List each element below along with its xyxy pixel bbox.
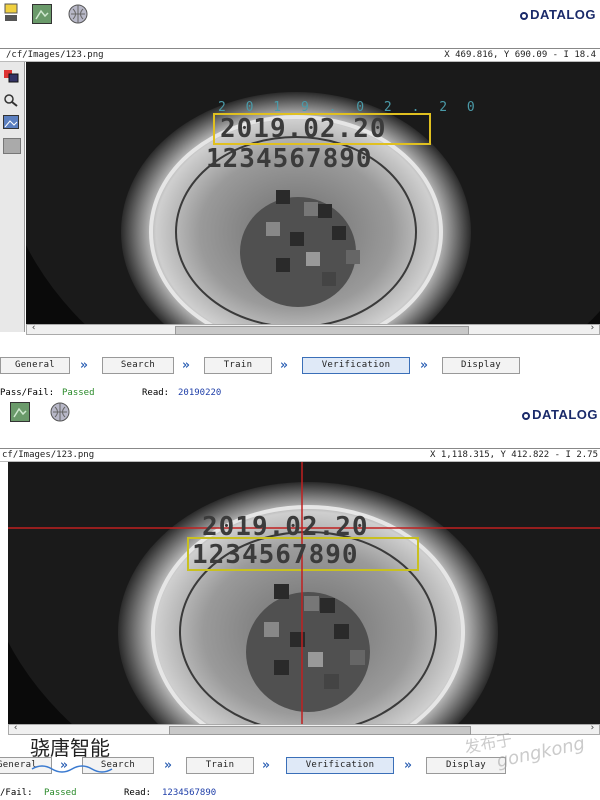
step-bar: General » Search » Train » Verification … <box>0 354 600 378</box>
scroll-right-icon[interactable]: › <box>590 723 595 733</box>
coordinates-readout: X 469.816, Y 690.09 - I 18.4 <box>444 50 596 60</box>
chevron-right-icon: » <box>404 758 412 773</box>
path-bar: cf/Images/123.png X 1,118.315, Y 412.822… <box>0 448 600 462</box>
image-icon[interactable] <box>10 402 30 422</box>
chevron-right-icon: » <box>182 358 190 373</box>
scrollbar-thumb[interactable] <box>175 326 469 335</box>
read-label: Read: <box>124 788 152 798</box>
chevron-right-icon: » <box>80 358 88 373</box>
scroll-left-icon[interactable]: ‹ <box>13 723 18 733</box>
zoom-icon[interactable] <box>3 92 19 107</box>
ocr-serial-text: 1234567890 <box>206 144 373 174</box>
chevron-right-icon: » <box>280 358 288 373</box>
image-viewer[interactable]: 2 0 1 9 . 0 2 . 2 0 2019.02.20 123456789… <box>26 62 600 324</box>
image-path: /cf/Images/123.png <box>6 50 104 60</box>
scroll-left-icon[interactable]: ‹ <box>31 323 36 333</box>
picture-icon[interactable] <box>3 114 19 129</box>
tool-button[interactable] <box>3 138 21 154</box>
ocr-date-text: 2019.02.20 <box>202 512 369 542</box>
globe-icon[interactable] <box>50 402 70 422</box>
image-icon[interactable] <box>32 4 52 24</box>
chevron-right-icon: » <box>262 758 270 773</box>
pass-fail-value: Passed <box>62 388 95 398</box>
coordinates-readout: X 1,118.315, Y 412.822 - I 2.75 <box>430 450 598 460</box>
horizontal-scrollbar[interactable]: ‹ › <box>26 323 600 335</box>
step-verification-button[interactable]: Verification <box>286 757 394 774</box>
palette-icon[interactable] <box>3 68 19 83</box>
read-value: 1234567890 <box>162 788 217 798</box>
globe-icon[interactable] <box>68 4 88 24</box>
top-toolbar: DATALOG <box>0 0 600 30</box>
step-search-button[interactable]: Search <box>102 357 174 374</box>
step-train-button[interactable]: Train <box>186 757 254 774</box>
brand-logo: DATALOG <box>522 407 598 422</box>
step-verification-button[interactable]: Verification <box>302 357 410 374</box>
ocr-overlay-label: 2 0 1 9 . 0 2 . 2 0 <box>218 100 481 115</box>
pass-fail-value: Passed <box>44 788 77 798</box>
step-display-button[interactable]: Display <box>426 757 506 774</box>
path-bar: /cf/Images/123.png X 469.816, Y 690.09 -… <box>0 48 600 62</box>
pass-fail-label: Pass/Fail: <box>0 388 55 398</box>
chevron-right-icon: » <box>164 758 172 773</box>
gear-icon[interactable] <box>4 2 18 24</box>
brand-logo: DATALOG <box>520 7 596 22</box>
image-viewer[interactable]: 2019.02.20 1234567890 <box>8 462 600 724</box>
step-display-button[interactable]: Display <box>442 357 520 374</box>
scroll-right-icon[interactable]: › <box>590 323 595 333</box>
watermark-company: 骁唐智能 <box>30 736 110 760</box>
image-path: cf/Images/123.png <box>2 450 95 460</box>
pass-fail-label: /Fail: <box>0 788 33 798</box>
ocr-date-text: 2019.02.20 <box>220 114 387 144</box>
read-value: 20190220 <box>178 388 222 398</box>
read-label: Read: <box>142 388 170 398</box>
step-general-button[interactable]: General <box>0 357 70 374</box>
bottom-toolbar: DATALOG <box>0 398 600 428</box>
left-tool-strip <box>0 62 25 332</box>
step-train-button[interactable]: Train <box>204 357 272 374</box>
scrollbar-thumb[interactable] <box>169 726 471 735</box>
ocr-serial-text: 1234567890 <box>192 540 359 570</box>
chevron-right-icon: » <box>420 358 428 373</box>
watermark-logo-mark <box>30 758 120 773</box>
